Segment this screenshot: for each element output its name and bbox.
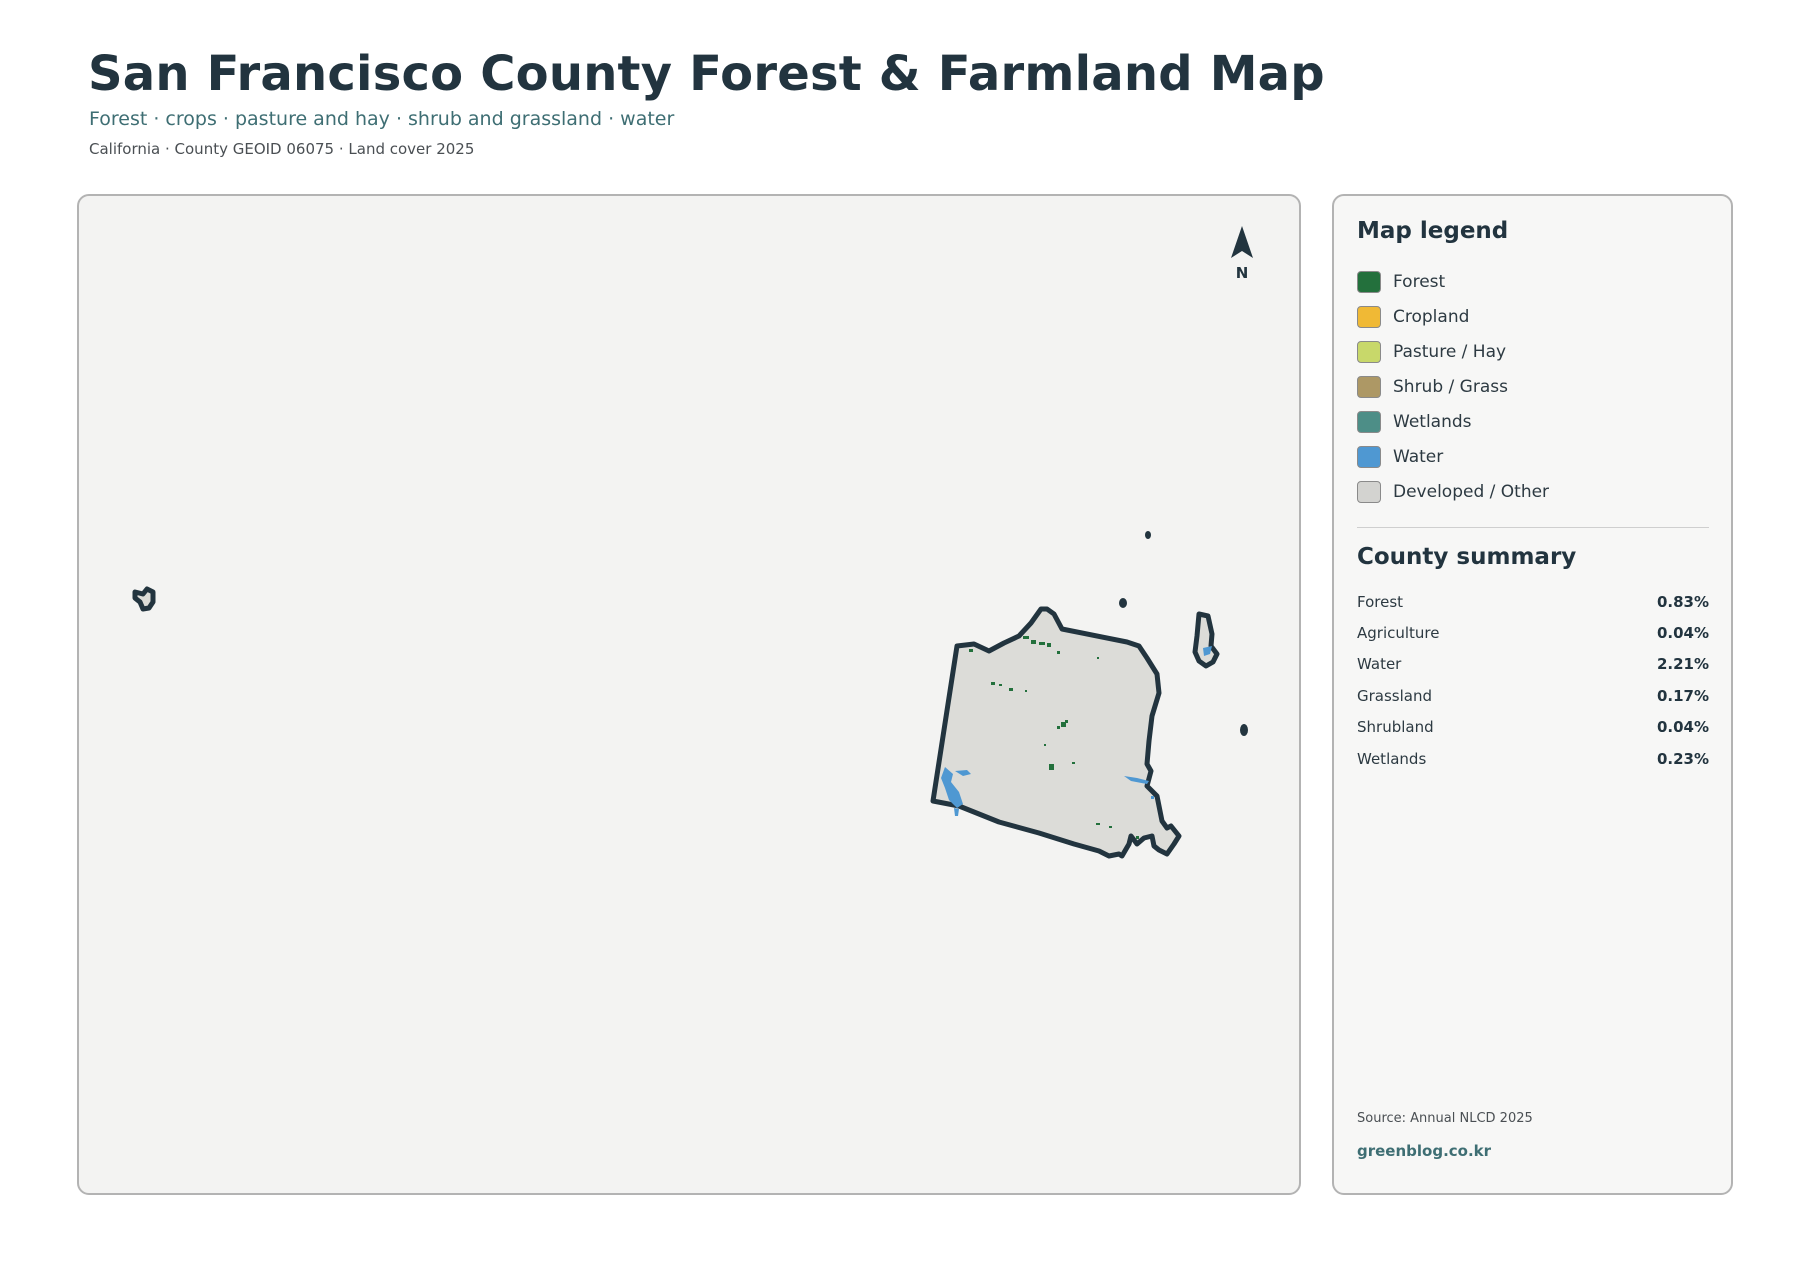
- summary-title: County summary: [1357, 544, 1577, 570]
- summary-value: 0.17%: [1656, 686, 1709, 705]
- legend-label: Developed / Other: [1393, 481, 1550, 502]
- farallon-islands-shape: [132, 586, 156, 612]
- summary-name: Wetlands: [1357, 749, 1427, 768]
- summary-name: Grassland: [1357, 686, 1432, 705]
- county-mainland-shape: [930, 606, 1182, 859]
- legend-item: Developed / Other: [1357, 474, 1549, 509]
- legend-swatch: [1357, 410, 1381, 433]
- small-island-southeast: [1240, 724, 1248, 736]
- summary-row: Grassland 0.17%: [1357, 680, 1709, 711]
- legend-label: Wetlands: [1393, 411, 1472, 432]
- small-island-north: [1145, 531, 1151, 539]
- legend-swatch: [1357, 305, 1381, 328]
- legend-list: Forest Cropland Pasture / Hay Shrub / Gr…: [1357, 264, 1549, 509]
- treasure-island-shape: [1192, 611, 1220, 669]
- legend-swatch: [1357, 375, 1381, 398]
- summary-table: Forest 0.83% Agriculture 0.04% Water 2.2…: [1357, 586, 1709, 774]
- site-link[interactable]: greenblog.co.kr: [1357, 1142, 1491, 1160]
- page-subtitle: Forest · crops · pasture and hay · shrub…: [89, 108, 675, 130]
- summary-row: Wetlands 0.23%: [1357, 743, 1709, 774]
- side-panel: Map legend Forest Cropland Pasture / Hay…: [1332, 194, 1733, 1195]
- summary-row: Forest 0.83%: [1357, 586, 1709, 617]
- alcatraz-island-shape: [1119, 598, 1127, 608]
- summary-value: 0.83%: [1656, 592, 1709, 611]
- legend-item: Shrub / Grass: [1357, 369, 1549, 404]
- panel-divider: [1357, 527, 1709, 528]
- legend-item: Wetlands: [1357, 404, 1549, 439]
- legend-label: Shrub / Grass: [1393, 376, 1508, 397]
- legend-label: Pasture / Hay: [1393, 341, 1507, 362]
- summary-row: Agriculture 0.04%: [1357, 617, 1709, 648]
- summary-value: 0.04%: [1656, 718, 1709, 737]
- legend-item: Pasture / Hay: [1357, 334, 1549, 369]
- legend-swatch: [1357, 480, 1381, 503]
- summary-name: Forest: [1357, 592, 1404, 611]
- summary-value: 0.23%: [1656, 749, 1709, 768]
- summary-name: Water: [1357, 655, 1402, 674]
- legend-label: Forest: [1393, 271, 1446, 292]
- page-meta: California · County GEOID 06075 · Land c…: [89, 140, 475, 158]
- legend-item: Cropland: [1357, 299, 1549, 334]
- page-title: San Francisco County Forest & Farmland M…: [88, 46, 1325, 102]
- legend-label: Cropland: [1393, 306, 1470, 327]
- summary-value: 2.21%: [1656, 655, 1709, 674]
- legend-item: Forest: [1357, 264, 1549, 299]
- summary-name: Agriculture: [1357, 624, 1440, 643]
- legend-item: Water: [1357, 439, 1549, 474]
- summary-value: 0.04%: [1656, 624, 1709, 643]
- summary-row: Shrubland 0.04%: [1357, 712, 1709, 743]
- legend-swatch: [1357, 340, 1381, 363]
- county-map[interactable]: [79, 196, 1301, 1195]
- source-note: Source: Annual NLCD 2025: [1357, 1111, 1533, 1126]
- legend-swatch: [1357, 270, 1381, 293]
- legend-title: Map legend: [1357, 218, 1509, 244]
- north-label: N: [1235, 264, 1249, 282]
- summary-name: Shrubland: [1357, 718, 1434, 737]
- legend-swatch: [1357, 445, 1381, 468]
- summary-row: Water 2.21%: [1357, 649, 1709, 680]
- legend-label: Water: [1393, 446, 1444, 467]
- map-panel[interactable]: [77, 194, 1301, 1195]
